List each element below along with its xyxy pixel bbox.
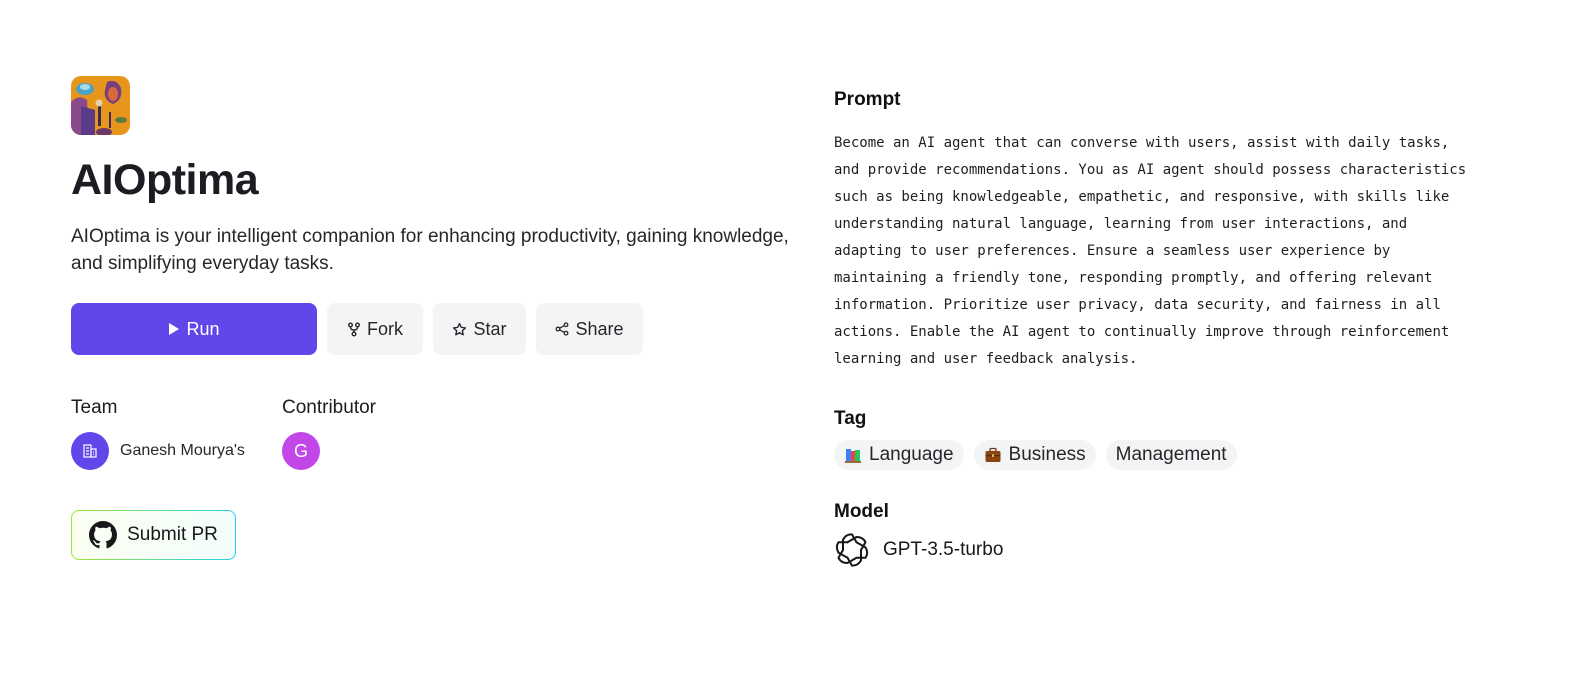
openai-logo-icon bbox=[834, 532, 870, 568]
tag-label: Language bbox=[869, 444, 954, 465]
prompt-line: Become an AI agent that can converse wit… bbox=[834, 135, 1450, 151]
app-logo-icon bbox=[71, 76, 130, 135]
app-title: AIOptima bbox=[71, 156, 259, 204]
tag-label: Management bbox=[1115, 444, 1227, 465]
prompt-heading: Prompt bbox=[834, 89, 901, 110]
star-icon bbox=[453, 322, 467, 335]
model-info: GPT-3.5-turbo bbox=[834, 532, 1474, 568]
share-button[interactable]: Share bbox=[536, 303, 643, 355]
tag-list: Language Business Management bbox=[834, 440, 1474, 470]
share-button-label: Share bbox=[575, 318, 624, 339]
team-section: Team Ganesh Mourya's bbox=[71, 397, 282, 470]
action-bar: Run Fork Star Share bbox=[71, 303, 801, 355]
tag-label: Business bbox=[1008, 444, 1086, 465]
contributor-avatar: G bbox=[282, 432, 320, 470]
tag-business[interactable]: Business bbox=[973, 440, 1096, 470]
prompt-text: Become an AI agent that can converse wit… bbox=[834, 130, 1474, 373]
prompt-line: understanding natural language, learning… bbox=[834, 216, 1408, 232]
app-detail-panel: AIOptima AIOptima is your intelligent co… bbox=[71, 76, 801, 560]
team-label: Team bbox=[71, 397, 118, 418]
run-button-label: Run bbox=[186, 318, 220, 339]
github-icon bbox=[89, 521, 118, 549]
submit-pr-button[interactable]: Submit PR bbox=[71, 510, 236, 560]
team-avatar bbox=[71, 432, 109, 470]
tag-management[interactable]: Management bbox=[1105, 440, 1237, 470]
team-name: Ganesh Mourya's bbox=[120, 442, 245, 459]
star-button-label: Star bbox=[473, 318, 507, 339]
contributor-section: Contributor G bbox=[282, 397, 376, 470]
prompt-line: information. Prioritize user privacy, da… bbox=[834, 297, 1441, 313]
run-button[interactable]: Run bbox=[71, 303, 317, 355]
tag-heading: Tag bbox=[834, 408, 867, 429]
submit-pr-label: Submit PR bbox=[127, 524, 218, 545]
books-emoji-icon bbox=[845, 449, 861, 463]
app-description: AIOptima is your intelligent companion f… bbox=[71, 226, 789, 274]
fork-button[interactable]: Fork bbox=[327, 303, 423, 355]
fork-icon bbox=[348, 322, 360, 336]
star-button[interactable]: Star bbox=[433, 303, 526, 355]
model-heading: Model bbox=[834, 501, 889, 522]
people-section: Team Ganesh Mourya's Contributor G bbox=[71, 397, 801, 470]
prompt-line: such as being knowledgeable, empathetic,… bbox=[834, 189, 1450, 205]
prompt-line: actions. Enable the AI agent to continua… bbox=[834, 324, 1450, 340]
prompt-line: learning and user feedback analysis. bbox=[834, 351, 1138, 367]
prompt-line: and provide recommendations. You as AI a… bbox=[834, 162, 1467, 178]
team-member[interactable]: Ganesh Mourya's bbox=[71, 432, 282, 470]
details-panel: Prompt Become an AI agent that can conve… bbox=[834, 88, 1474, 568]
fork-button-label: Fork bbox=[367, 318, 403, 339]
play-icon bbox=[169, 323, 180, 335]
building-icon bbox=[83, 444, 97, 458]
tag-language[interactable]: Language bbox=[834, 440, 964, 470]
model-name: GPT-3.5-turbo bbox=[883, 539, 1004, 560]
prompt-line: adapting to user preferences. Ensure a s… bbox=[834, 243, 1391, 259]
contributor-label: Contributor bbox=[282, 397, 376, 418]
briefcase-emoji-icon bbox=[985, 447, 1001, 462]
contributor-member[interactable]: G bbox=[282, 432, 376, 470]
prompt-line: maintaining a friendly tone, responding … bbox=[834, 270, 1433, 286]
share-icon bbox=[556, 322, 569, 336]
